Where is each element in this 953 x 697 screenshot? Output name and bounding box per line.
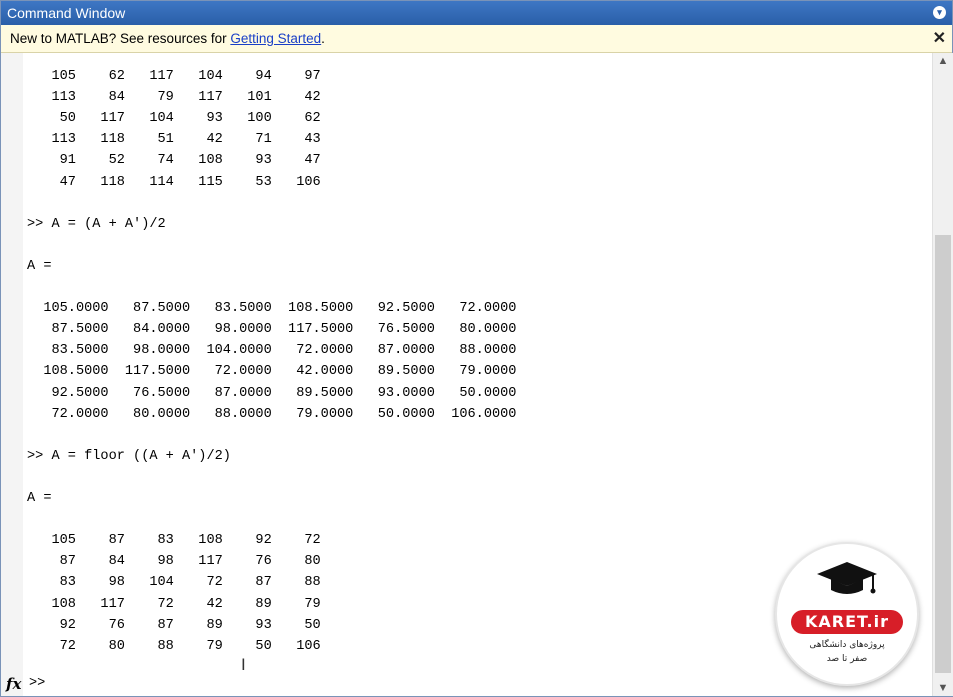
output-line: 108 117 72 42 89 79 [27,596,321,612]
function-browser-icon[interactable]: fx [6,675,21,693]
output-line: 92 76 87 89 93 50 [27,617,321,633]
output-line: 47 118 114 115 53 106 [27,174,321,190]
output-line: 113 118 51 42 71 43 [27,132,321,148]
output-line: 72.0000 80.0000 88.0000 79.0000 50.0000 … [27,406,517,422]
output-line: 108.5000 117.5000 72.0000 42.0000 89.500… [27,364,517,380]
info-message: New to MATLAB? See resources for Getting… [10,25,325,52]
output-line: A = [27,258,52,274]
info-suffix: . [321,31,325,46]
brand-badge: KARET.ir [791,610,903,634]
chevron-down-circle-icon[interactable]: ▾ [933,6,946,19]
output-line: 83 98 104 72 87 88 [27,575,321,591]
close-icon[interactable]: ✕ [933,25,946,52]
graduation-cap-icon [817,562,877,594]
window-title: Command Window [7,5,126,21]
getting-started-link[interactable]: Getting Started [230,31,321,46]
brand-tagline-1: پروژه‌های دانشگاهی [809,640,885,650]
scroll-up-icon[interactable]: ▲ [933,53,953,69]
command-line: >> A = floor ((A + A')/2) [27,448,231,464]
scrollbar-thumb[interactable] [935,235,951,673]
command-line: >> A = (A + A')/2 [27,216,166,232]
output-line: 105.0000 87.5000 83.5000 108.5000 92.500… [27,301,517,317]
output-line: 91 52 74 108 93 47 [27,153,321,169]
brand-tagline-2: صفر تا صد [826,654,868,664]
text-cursor-icon: I [241,655,246,674]
output-line: 105 87 83 108 92 72 [27,533,321,549]
output-line: 113 84 79 117 101 42 [27,90,321,106]
output-line: 72 80 88 79 50 106 [27,638,321,654]
command-prompt[interactable]: >> [29,676,45,691]
output-line: 105 62 117 104 94 97 [27,69,321,84]
vertical-scrollbar[interactable]: ▲ ▼ [932,53,953,696]
output-line: 87.5000 84.0000 98.0000 117.5000 76.5000… [27,322,517,338]
output-line: 50 117 104 93 100 62 [27,111,321,127]
left-gutter [1,53,23,696]
scroll-down-icon[interactable]: ▼ [933,680,953,696]
info-text: New to MATLAB? See resources for [10,31,231,46]
output-line: 83.5000 98.0000 104.0000 72.0000 87.0000… [27,343,517,359]
command-window: Command Window ▾ New to MATLAB? See reso… [0,0,953,697]
info-bar: New to MATLAB? See resources for Getting… [1,25,952,53]
title-bar: Command Window ▾ [1,1,952,25]
output-line: A = [27,491,52,506]
output-line: 92.5000 76.5000 87.0000 89.5000 93.0000 … [27,385,517,401]
output-line: 87 84 98 117 76 80 [27,554,321,570]
karet-watermark-logo: KARET.ir پروژه‌های دانشگاهی صفر تا صد [775,542,919,686]
